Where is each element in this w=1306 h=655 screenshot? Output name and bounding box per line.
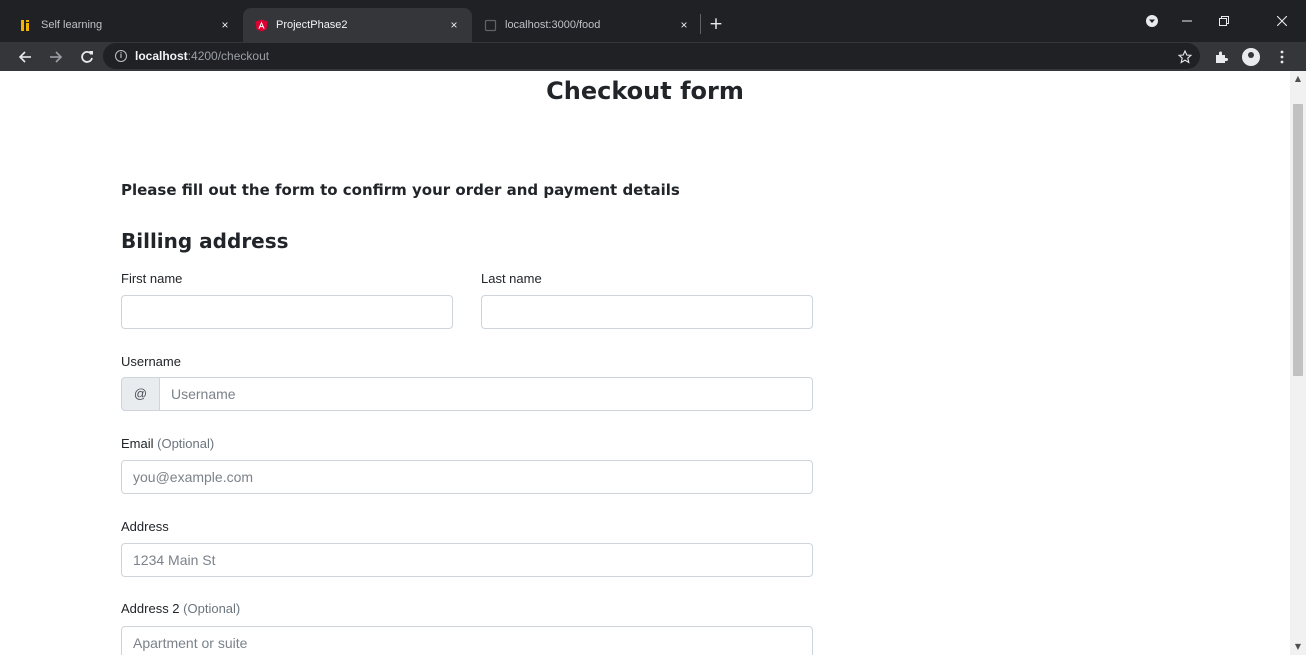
scroll-down-arrow-icon[interactable]: ▼ (1290, 641, 1306, 653)
page-viewport: Checkout form Please fill out the form t… (0, 71, 1290, 655)
close-window-icon (1276, 15, 1288, 27)
angular-favicon (255, 19, 268, 32)
tab-search-button[interactable] (1137, 10, 1167, 32)
minimize-button[interactable] (1172, 10, 1202, 32)
close-tab-icon[interactable]: × (217, 18, 233, 32)
browser-menu-button[interactable] (1271, 46, 1293, 68)
username-at-prefix: @ (121, 377, 160, 411)
email-input[interactable] (121, 460, 813, 494)
close-tab-icon[interactable]: × (676, 18, 692, 32)
billing-address-heading: Billing address (121, 229, 289, 253)
forward-arrow-icon (50, 51, 63, 63)
form-instructions: Please fill out the form to confirm your… (121, 181, 680, 199)
minimize-icon (1182, 20, 1192, 22)
reload-button[interactable] (76, 46, 98, 68)
site-info-icon[interactable]: i (115, 50, 127, 62)
tab-separator (700, 14, 701, 34)
back-button[interactable] (14, 46, 36, 68)
address2-input[interactable] (121, 626, 813, 655)
scroll-thumb[interactable] (1293, 104, 1303, 376)
scroll-up-arrow-icon[interactable]: ▲ (1290, 73, 1306, 85)
last-name-label: Last name (481, 271, 542, 286)
email-optional-hint: (Optional) (157, 436, 215, 451)
tab-self-learning[interactable]: Self learning × (8, 8, 243, 42)
reload-icon (81, 51, 93, 63)
tab-project-phase2[interactable]: ProjectPhase2 × (243, 8, 472, 42)
address2-label: Address 2 (Optional) (121, 601, 240, 616)
bookmark-star-button[interactable] (1174, 46, 1196, 68)
forward-button[interactable] (45, 46, 67, 68)
new-tab-button[interactable]: + (706, 14, 726, 34)
tab-title: ProjectPhase2 (276, 19, 348, 31)
address-label: Address (121, 519, 169, 534)
blank-page-favicon (484, 19, 497, 32)
self-learning-favicon (20, 19, 33, 32)
address-path: :4200/checkout (187, 49, 270, 63)
browser-tab-strip: Self learning × ProjectPhase2 × localhos… (0, 0, 1306, 42)
email-label: Email (Optional) (121, 436, 214, 451)
tab-search-icon (1146, 15, 1158, 27)
username-label: Username (121, 354, 181, 369)
back-arrow-icon (18, 51, 31, 63)
tab-localhost-food[interactable]: localhost:3000/food × (472, 8, 702, 42)
last-name-input[interactable] (481, 295, 813, 329)
tab-title: localhost:3000/food (505, 19, 601, 31)
puzzle-piece-icon (1216, 51, 1228, 63)
address-bar[interactable]: i localhost :4200/checkout (103, 43, 1200, 69)
bookmark-star-icon (1177, 49, 1193, 64)
restore-icon (1219, 16, 1229, 26)
tab-title: Self learning (41, 19, 103, 31)
address-host: localhost (135, 49, 188, 63)
address2-optional-hint: (Optional) (183, 601, 241, 616)
page-scrollbar[interactable]: ▲ ▼ (1290, 71, 1306, 655)
username-input[interactable] (160, 377, 813, 411)
kebab-menu-icon (1280, 50, 1284, 64)
email-label-text: Email (121, 436, 154, 451)
restore-button[interactable] (1209, 10, 1239, 32)
profile-avatar-icon[interactable] (1242, 48, 1260, 66)
address2-label-text: Address 2 (121, 601, 180, 616)
first-name-input[interactable] (121, 295, 453, 329)
close-tab-icon[interactable]: × (446, 18, 462, 32)
close-window-button[interactable] (1267, 10, 1297, 32)
first-name-label: First name (121, 271, 183, 286)
extensions-button[interactable] (1210, 46, 1232, 68)
page-title: Checkout form (546, 77, 744, 105)
address-input[interactable] (121, 543, 813, 577)
